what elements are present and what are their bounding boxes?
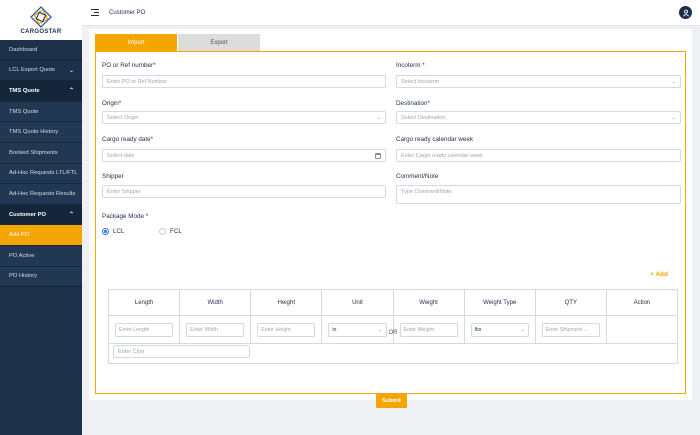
cargostar-logo-icon: [30, 5, 52, 28]
po-form: PO or Ref number* Enter PO or Ref Number…: [95, 51, 686, 408]
column-header: Unit: [321, 289, 394, 316]
column-header: Weight Type: [463, 289, 536, 316]
sidebar-item-booked-shipments[interactable]: Booked Shipments: [0, 142, 82, 164]
ready-date-label: Cargo ready date*: [102, 136, 154, 143]
radio-fcl[interactable]: FCL: [159, 228, 182, 235]
destination-label: Destination*: [396, 100, 430, 107]
column-header: Width: [179, 289, 252, 316]
sidebar-item-label: TMS Quote History: [9, 129, 59, 136]
po-card: Import Export PO or Ref number* Enter PO…: [89, 29, 692, 408]
logo[interactable]: CARGOSTAR: [0, 0, 82, 40]
sidebar-item-label: Ad-Hoc Requests LTL/FTL: [9, 170, 78, 177]
sidebar-group-tms-quote[interactable]: TMS Quote ⌃: [0, 81, 82, 102]
sidebar-item-label: TMS Quote: [9, 108, 39, 115]
comment-label: Comment/Note: [396, 173, 439, 180]
sidebar-item-label: LCL Export Quote: [9, 67, 56, 74]
radio-unchecked-icon: [159, 228, 166, 235]
sidebar-item-label: PO Active: [9, 252, 35, 259]
calendar-icon[interactable]: [375, 152, 381, 159]
sidebar-item-po-active[interactable]: PO Active: [0, 245, 82, 267]
incoterm-placeholder: Select Incoterm: [401, 78, 440, 85]
shipper-input[interactable]: Enter Shipper: [102, 185, 386, 198]
sidebar-item-label: TMS Quote: [9, 87, 40, 94]
table-header-row: Length Width Height Unit Weight Weight T…: [107, 289, 679, 316]
column-header: Height: [250, 289, 323, 316]
sidebar-item-label: Ad-Hoc Requests Results: [9, 190, 76, 197]
tab-import[interactable]: Import: [95, 34, 177, 51]
cbm-section: OR Enter Cbm: [108, 323, 678, 364]
po-input[interactable]: Enter PO or Ref Number: [102, 75, 386, 88]
shipper-label: Shipper: [102, 173, 124, 180]
sidebar-item-label: Booked Shipments: [9, 149, 58, 156]
origin-select[interactable]: Select Origin ⌄: [102, 111, 386, 124]
brand-name: CARGOSTAR: [20, 28, 62, 35]
chevron-down-icon: ⌄: [671, 114, 676, 121]
column-header: Action: [605, 289, 679, 316]
sidebar-item-adhoc-results[interactable]: Ad-Hoc Requests Results: [0, 184, 82, 205]
chevron-up-icon: ⌃: [68, 88, 74, 95]
chevron-up-icon: ⌃: [68, 212, 74, 219]
sidebar-item-label: Dashboard: [9, 46, 38, 53]
user-icon[interactable]: [679, 6, 692, 19]
menu-icon[interactable]: [91, 9, 99, 16]
origin-label: Origin*: [102, 100, 122, 107]
incoterm-select[interactable]: Select Incoterm ⌄: [396, 75, 681, 88]
sidebar-item-po-history[interactable]: PO History: [0, 266, 82, 288]
page-title: Customer PO: [109, 9, 146, 16]
column-header: Length: [107, 289, 181, 316]
radio-lcl-label: LCL: [113, 228, 125, 235]
ready-date-placeholder: Select date: [107, 152, 135, 159]
incoterm-label: Incoterm *: [396, 62, 425, 69]
chevron-down-icon: ⌄: [68, 67, 74, 74]
chevron-down-icon: ⌄: [671, 78, 676, 85]
chevron-down-icon: ⌄: [376, 114, 381, 121]
sidebar-item-tms-quote[interactable]: TMS Quote: [0, 101, 82, 123]
destination-select[interactable]: Select Destination ⌄: [396, 111, 681, 124]
radio-checked-icon: [102, 228, 109, 235]
comment-textarea[interactable]: Type Comment/Note: [396, 185, 681, 204]
topbar: Customer PO: [82, 0, 700, 26]
tab-export[interactable]: Export: [178, 34, 260, 51]
sidebar-item-label: Add PO: [9, 232, 30, 239]
po-label: PO or Ref number*: [102, 62, 156, 69]
sidebar-item-dashboard[interactable]: Dashboard: [0, 40, 82, 61]
radio-fcl-label: FCL: [170, 228, 182, 235]
sidebar-item-label: PO History: [9, 273, 38, 280]
origin-placeholder: Select Origin: [107, 114, 139, 121]
package-mode-label: Package Mode *: [102, 213, 149, 220]
sidebar: CARGOSTAR Dashboard LCL Export Quote ⌄ TM…: [0, 0, 82, 435]
ready-week-input[interactable]: Enter Cargo ready calendar week: [396, 149, 681, 162]
add-package-button[interactable]: + Add: [650, 271, 668, 278]
column-header: QTY: [534, 289, 607, 316]
destination-placeholder: Select Destination: [401, 114, 446, 121]
sidebar-item-label: Customer PO: [9, 211, 47, 218]
sidebar-group-customer-po[interactable]: Customer PO ⌃: [0, 204, 82, 226]
sidebar-item-lcl-export-quote[interactable]: LCL Export Quote ⌄: [0, 61, 82, 82]
sidebar-item-tms-quote-history[interactable]: TMS Quote History: [0, 122, 82, 143]
radio-lcl[interactable]: LCL: [102, 228, 125, 235]
ready-week-label: Cargo ready calendar week: [396, 136, 474, 143]
column-header: Weight: [392, 289, 465, 316]
ready-date-input[interactable]: Select date: [102, 149, 386, 162]
sidebar-item-add-po[interactable]: Add PO: [0, 225, 82, 246]
or-divider: OR: [388, 330, 398, 336]
submit-button[interactable]: Submit: [376, 394, 407, 408]
sidebar-item-adhoc-requests[interactable]: Ad-Hoc Requests LTL/FTL: [0, 163, 82, 185]
cbm-input[interactable]: Enter Cbm: [113, 345, 250, 358]
